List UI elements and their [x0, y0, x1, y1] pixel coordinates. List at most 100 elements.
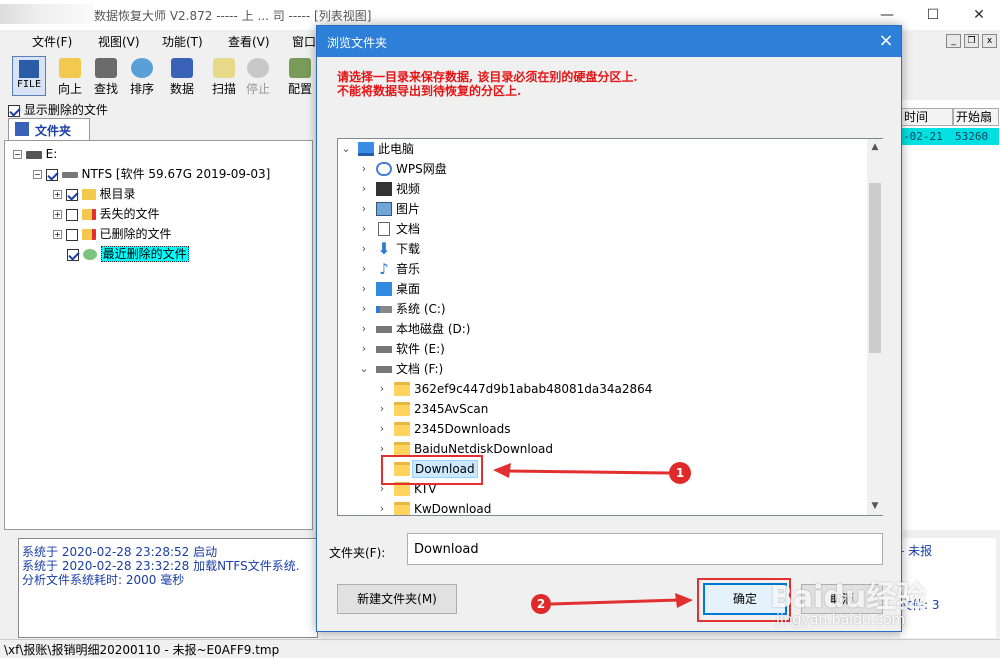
desktop-icon — [376, 282, 392, 296]
maximize-button[interactable]: ☐ — [918, 4, 948, 26]
tree-item-folder[interactable]: › KwDownload — [338, 499, 865, 515]
collapse-icon[interactable]: − — [13, 150, 22, 159]
mdi-close-button[interactable]: x — [982, 34, 997, 48]
scroll-down-icon[interactable]: ▼ — [867, 498, 883, 515]
drive-icon — [376, 346, 392, 353]
dialog-instruction: 请选择一目录来保存数据, 该目录必须在别的硬盘分区上. 不能将数据导出到待恢复的… — [337, 70, 638, 98]
tree-node-ntfs[interactable]: − NTFS [软件 59.67G 2019-09-03] — [33, 165, 270, 183]
annotation-arrow-icon — [493, 463, 670, 478]
config-toolbar-button[interactable]: 配置 — [282, 56, 318, 98]
new-folder-button[interactable]: 新建文件夹(M) — [337, 584, 457, 614]
chevron-right-icon[interactable]: › — [376, 399, 388, 419]
stop-icon — [247, 58, 269, 78]
chevron-right-icon[interactable]: › — [376, 419, 388, 439]
chevron-right-icon[interactable]: › — [358, 219, 370, 239]
minimize-button[interactable]: — — [872, 4, 902, 26]
tree-item-drive-f[interactable]: ⌄ 文档 (F:) — [338, 359, 865, 379]
menu-window[interactable]: 窗口 — [292, 33, 316, 50]
tree-node-deleted[interactable]: + 已删除的文件 — [53, 225, 172, 243]
tree-item-this-pc[interactable]: ⌄ 此电脑 — [338, 139, 865, 159]
checkbox-icon[interactable] — [65, 228, 78, 241]
chevron-right-icon[interactable]: › — [358, 239, 370, 259]
tree-item-wps[interactable]: › WPS网盘 — [338, 159, 865, 179]
tree-item-drive-d[interactable]: › 本地磁盘 (D:) — [338, 319, 865, 339]
status-text: \xf\报账\报销明细20200110 - 未报~E0AFF9.tmp — [4, 643, 280, 657]
expand-icon[interactable]: + — [53, 190, 62, 199]
checkbox-icon[interactable] — [65, 208, 78, 221]
tree-item-desktop[interactable]: › 桌面 — [338, 279, 865, 299]
chevron-right-icon[interactable]: › — [358, 339, 370, 359]
chevron-right-icon[interactable]: › — [376, 379, 388, 399]
tree-node-drive-e[interactable]: − E: — [13, 145, 57, 163]
chevron-right-icon[interactable]: › — [358, 279, 370, 299]
chevron-right-icon[interactable]: › — [358, 199, 370, 219]
tree-item-folder[interactable]: › 362ef9c447d9b1abab48081da34a2864 — [338, 379, 865, 399]
up-toolbar-button[interactable]: 向上 — [52, 56, 88, 98]
video-icon — [376, 182, 392, 196]
database-icon — [171, 58, 193, 78]
checkbox-icon[interactable] — [45, 168, 58, 181]
picture-icon — [376, 202, 392, 216]
collapse-icon[interactable]: − — [33, 170, 42, 179]
menu-check[interactable]: 查看(V) — [228, 33, 270, 50]
tree-scrollbar[interactable]: ▲ ▼ — [867, 139, 883, 515]
column-header-start-sector[interactable]: 开始扇 — [953, 108, 999, 126]
folder-tree-icon — [15, 122, 29, 136]
tab-folder[interactable]: 文件夹 — [8, 118, 90, 140]
scan-toolbar-button[interactable]: 扫描 — [206, 56, 242, 98]
checkbox-icon[interactable] — [65, 188, 78, 201]
stop-toolbar-button[interactable]: 停止 — [240, 56, 276, 98]
dialog-title: 浏览文件夹 — [327, 36, 388, 50]
dialog-titlebar: 浏览文件夹 — [317, 26, 901, 57]
app-icon — [0, 4, 94, 24]
checkbox-icon[interactable] — [67, 248, 79, 261]
data-toolbar-button[interactable]: 数据 — [164, 56, 200, 98]
cloud-icon — [376, 162, 392, 176]
scroll-up-icon[interactable]: ▲ — [867, 139, 883, 156]
folder-icon — [394, 442, 410, 456]
file-toolbar-button[interactable]: FILE — [12, 56, 46, 96]
dialog-close-button[interactable]: × — [871, 27, 901, 56]
tree-node-lost[interactable]: + 丢失的文件 — [53, 205, 160, 223]
chevron-right-icon[interactable]: › — [358, 259, 370, 279]
scroll-thumb[interactable] — [869, 183, 881, 353]
info-line: - 未报 — [900, 544, 933, 558]
tree-item-folder[interactable]: › 2345Downloads — [338, 419, 865, 439]
file-list-partial: 时间 开始扇 -02-21 53260 — [900, 100, 1000, 530]
chevron-right-icon[interactable]: › — [358, 299, 370, 319]
tree-item-folder[interactable]: › 2345AvScan — [338, 399, 865, 419]
step-badge: 2 — [531, 594, 551, 614]
menu-file[interactable]: 文件(F) — [32, 33, 72, 50]
chevron-right-icon[interactable]: › — [358, 179, 370, 199]
tree-item-downloads[interactable]: › ⬇ 下载 — [338, 239, 865, 259]
menu-function[interactable]: 功能(T) — [162, 33, 203, 50]
show-deleted-checkbox[interactable]: 显示删除的文件 — [8, 101, 108, 118]
chevron-down-icon[interactable]: ⌄ — [340, 139, 352, 159]
tree-item-music[interactable]: › ♪ 音乐 — [338, 259, 865, 279]
file-icon — [19, 60, 39, 78]
expand-icon[interactable]: + — [53, 210, 62, 219]
chevron-right-icon[interactable]: › — [376, 499, 388, 515]
cell-time[interactable]: -02-21 — [901, 128, 953, 145]
chevron-down-icon[interactable]: ⌄ — [358, 359, 370, 379]
column-header-time[interactable]: 时间 — [901, 108, 953, 126]
mdi-restore-button[interactable]: ❐ — [964, 34, 979, 48]
folder-field[interactable] — [407, 533, 883, 565]
tree-item-documents[interactable]: › 文档 — [338, 219, 865, 239]
partition-icon — [61, 171, 78, 178]
tree-item-videos[interactable]: › 视频 — [338, 179, 865, 199]
sort-toolbar-button[interactable]: 排序 — [124, 56, 160, 98]
tree-item-drive-c[interactable]: › 系统 (C:) — [338, 299, 865, 319]
close-window-button[interactable]: ✕ — [964, 4, 994, 26]
tree-item-pictures[interactable]: › 图片 — [338, 199, 865, 219]
find-toolbar-button[interactable]: 查找 — [88, 56, 124, 98]
cell-sector[interactable]: 53260 — [953, 128, 999, 145]
tree-node-root[interactable]: + 根目录 — [53, 185, 136, 203]
menu-view[interactable]: 视图(V) — [98, 33, 140, 50]
tree-item-drive-e[interactable]: › 软件 (E:) — [338, 339, 865, 359]
chevron-right-icon[interactable]: › — [358, 319, 370, 339]
tree-node-recent-deleted[interactable]: 最近删除的文件 — [67, 245, 189, 263]
mdi-minimize-button[interactable]: _ — [946, 34, 961, 48]
chevron-right-icon[interactable]: › — [358, 159, 370, 179]
expand-icon[interactable]: + — [53, 230, 62, 239]
